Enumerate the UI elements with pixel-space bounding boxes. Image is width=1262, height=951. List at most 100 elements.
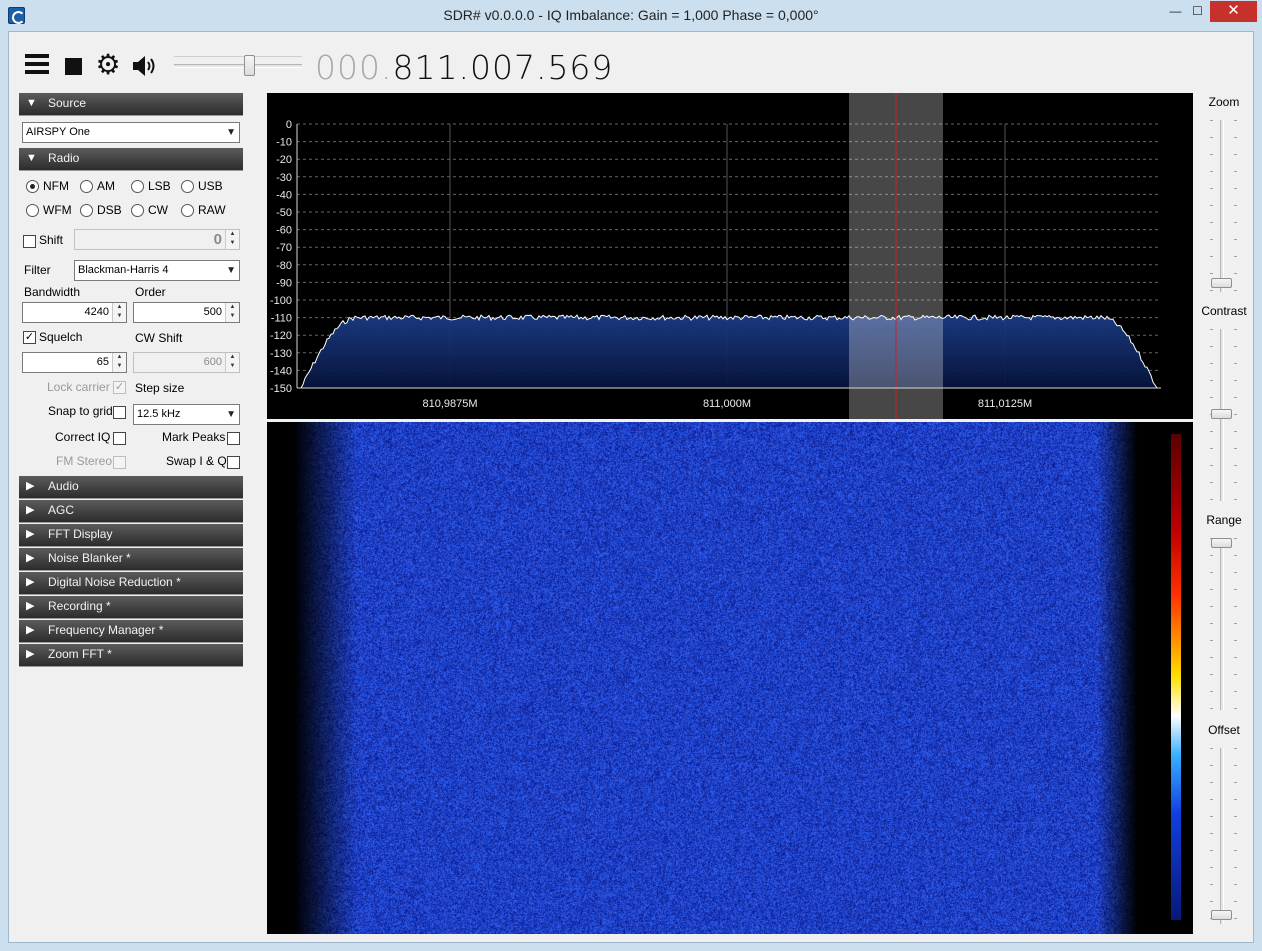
toolbar: ⚙ 000.811.007.569 xyxy=(9,32,1255,92)
zoom-slider[interactable] xyxy=(1208,120,1238,292)
close-button[interactable]: ✕ xyxy=(1210,1,1257,22)
waterfall-display[interactable] xyxy=(267,422,1193,934)
lock-carrier-label: Lock carrier xyxy=(47,380,110,394)
spectrum-analyzer[interactable]: 0 -10 -20 -30 -40 -50 -60 -70 -80 -90 -100 -110 -120… xyxy=(267,93,1193,419)
spectrum-x-tick-label: 810,9875M xyxy=(422,398,477,410)
frequency-display[interactable]: 000.811.007.569 xyxy=(315,48,613,87)
lock-carrier-checkbox[interactable]: ✓ xyxy=(113,381,126,394)
zoom-label: Zoom xyxy=(1208,95,1240,109)
cw-shift-input[interactable]: 600 ▲ ▼ xyxy=(133,352,240,373)
swap-iq-label: Swap I & Q xyxy=(166,454,227,468)
spectrum-y-tick-label: -30 xyxy=(276,172,292,184)
spectrum-y-tick-label: -10 xyxy=(276,137,292,149)
source-device-select[interactable]: AIRSPY One ▼ xyxy=(22,122,240,143)
agc-section-header[interactable]: ▶ AGC xyxy=(19,500,243,523)
fm-stereo-checkbox[interactable] xyxy=(113,456,126,469)
hamburger-menu-icon[interactable] xyxy=(25,54,49,76)
window-title: SDR# v0.0.0.0 - IQ Imbalance: Gain = 1,0… xyxy=(443,7,819,23)
section-title: Radio xyxy=(48,151,80,165)
digital-noise-reduction-section-header[interactable]: ▶ Digital Noise Reduction * xyxy=(19,572,243,595)
offset-slider-thumb[interactable] xyxy=(1211,910,1232,920)
section-title: FFT Display xyxy=(48,527,113,541)
snap-to-grid-label: Snap to grid xyxy=(48,404,113,418)
spectrum-y-tick-label: -50 xyxy=(276,207,292,219)
range-slider[interactable] xyxy=(1208,538,1238,710)
correct-iq-label: Correct IQ xyxy=(55,430,111,444)
offset-label: Offset xyxy=(1208,723,1240,737)
expand-arrow-icon: ▶ xyxy=(26,528,35,540)
section-title: Source xyxy=(48,96,87,110)
chevron-down-icon: ▼ xyxy=(226,265,236,276)
expand-arrow-icon: ▶ xyxy=(26,600,35,612)
squelch-input[interactable]: 65 ▲ ▼ xyxy=(22,352,127,373)
spin-buttons-icon[interactable]: ▲ ▼ xyxy=(225,230,239,249)
swap-iq-checkbox[interactable] xyxy=(227,456,240,469)
frequency-prefix[interactable]: 000. xyxy=(315,48,392,87)
volume-slider-thumb[interactable] xyxy=(244,55,255,76)
main-client-area: ⚙ 000.811.007.569 ▼ Source AIRSPY One ▼ … xyxy=(8,31,1254,943)
section-title: Recording * xyxy=(48,599,111,613)
display-controls-panel: Zoom Contrast Range Offset xyxy=(1195,93,1253,933)
bandwidth-input[interactable]: 4240 ▲ ▼ xyxy=(22,302,127,323)
expand-arrow-icon: ▶ xyxy=(26,552,35,564)
noise-blanker-section-header[interactable]: ▶ Noise Blanker * xyxy=(19,548,243,571)
expand-arrow-icon: ▶ xyxy=(26,648,35,660)
fm-stereo-label: FM Stereo xyxy=(56,454,113,468)
spectrum-y-tick-label: -120 xyxy=(270,330,292,342)
spin-buttons-icon[interactable]: ▲ ▼ xyxy=(225,303,239,322)
filter-select[interactable]: Blackman-Harris 4 ▼ xyxy=(74,260,240,281)
step-size-label: Step size xyxy=(135,381,185,395)
cw-shift-label: CW Shift xyxy=(135,331,183,345)
squelch-checkbox[interactable]: ✓ xyxy=(23,331,36,344)
chevron-down-icon: ▼ xyxy=(226,409,236,420)
snap-to-grid-checkbox[interactable] xyxy=(113,406,126,419)
expand-arrow-icon: ▶ xyxy=(26,504,35,516)
shift-input[interactable]: 0 ▲ ▼ xyxy=(74,229,240,250)
spectrum-y-tick-label: -80 xyxy=(276,260,292,272)
offset-slider[interactable] xyxy=(1208,748,1238,924)
volume-slider[interactable] xyxy=(174,54,302,76)
shift-checkbox[interactable] xyxy=(23,235,36,248)
section-title: AGC xyxy=(48,503,75,517)
spectrum-y-tick-label: -130 xyxy=(270,348,292,360)
audio-section-header[interactable]: ▶ Audio xyxy=(19,476,243,499)
zoom-slider-thumb[interactable] xyxy=(1211,278,1232,288)
filter-value: Blackman-Harris 4 xyxy=(78,264,169,276)
spectrum-y-tick-label: -150 xyxy=(270,383,292,395)
spectrum-y-tick-label: -90 xyxy=(276,277,292,289)
recording-section-header[interactable]: ▶ Recording * xyxy=(19,596,243,619)
mark-peaks-label: Mark Peaks xyxy=(162,430,226,444)
step-size-select[interactable]: 12.5 kHz ▼ xyxy=(133,404,240,425)
frequency-manager-section-header[interactable]: ▶ Frequency Manager * xyxy=(19,620,243,643)
order-input[interactable]: 500 ▲ ▼ xyxy=(133,302,240,323)
spectrum-y-tick-label: -100 xyxy=(270,295,292,307)
waterfall-color-scale xyxy=(1171,434,1181,920)
maximize-button[interactable]: ☐ xyxy=(1184,1,1211,22)
contrast-slider-thumb[interactable] xyxy=(1211,409,1232,419)
sdr-window: SDR# v0.0.0.0 - IQ Imbalance: Gain = 1,0… xyxy=(0,0,1262,951)
correct-iq-checkbox[interactable] xyxy=(113,432,126,445)
gear-icon[interactable]: ⚙ xyxy=(95,51,121,79)
range-slider-thumb[interactable] xyxy=(1211,538,1232,548)
stop-icon[interactable] xyxy=(65,58,82,75)
spectrum-fill xyxy=(301,315,1157,388)
bandwidth-label: Bandwidth xyxy=(24,285,81,299)
source-section-header[interactable]: ▼ Source xyxy=(19,93,243,116)
spectrum-y-tick-label: -20 xyxy=(276,154,292,166)
speaker-icon[interactable] xyxy=(131,54,159,78)
spin-buttons-icon[interactable]: ▲ ▼ xyxy=(225,353,239,372)
frequency-value[interactable]: 811.007.569 xyxy=(392,48,613,87)
waterfall-canvas[interactable] xyxy=(267,422,1193,934)
collapse-arrow-icon: ▼ xyxy=(26,97,37,109)
title-bar[interactable]: SDR# v0.0.0.0 - IQ Imbalance: Gain = 1,0… xyxy=(0,0,1262,31)
spin-buttons-icon[interactable]: ▲ ▼ xyxy=(112,353,126,372)
fft-display-section-header[interactable]: ▶ FFT Display xyxy=(19,524,243,547)
mark-peaks-checkbox[interactable] xyxy=(227,432,240,445)
collapse-arrow-icon: ▼ xyxy=(26,152,37,164)
radio-section-header[interactable]: ▼ Radio xyxy=(19,148,243,171)
spectrum-y-tick-label: -70 xyxy=(276,242,292,254)
zoom-fft-section-header[interactable]: ▶ Zoom FFT * xyxy=(19,644,243,667)
spin-buttons-icon[interactable]: ▲ ▼ xyxy=(112,303,126,322)
section-title: Zoom FFT * xyxy=(48,647,112,661)
contrast-slider[interactable] xyxy=(1208,329,1238,501)
